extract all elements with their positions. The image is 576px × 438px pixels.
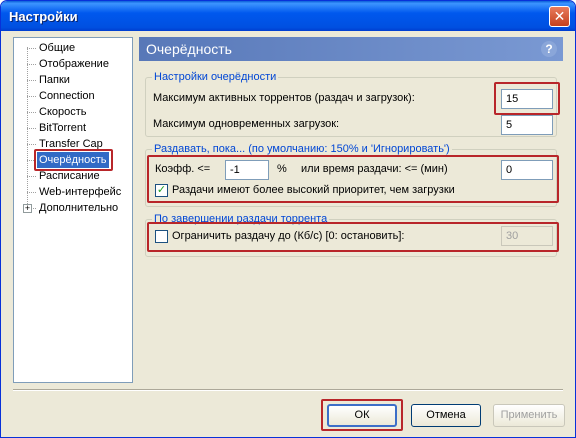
apply-button[interactable]: Применить xyxy=(493,404,565,427)
priority-checkbox-label[interactable]: Раздачи имеют более высокий приоритет, ч… xyxy=(172,184,455,196)
ratio-label: Коэфф. <= xyxy=(155,163,211,175)
max-active-label: Максимум активных торрентов (раздач и за… xyxy=(153,92,415,104)
ok-button[interactable]: ОК xyxy=(327,404,397,427)
seed-time-input[interactable] xyxy=(501,160,553,180)
priority-checkbox[interactable]: ✓ xyxy=(155,184,168,197)
tree-item-bittorrent[interactable]: BitTorrent xyxy=(14,120,132,136)
tree-item-connection[interactable]: Connection xyxy=(14,88,132,104)
tree-item-advanced[interactable]: + Дополнительно xyxy=(14,200,132,216)
group-title: Настройки очерёдности xyxy=(152,71,279,83)
title-bar[interactable]: Настройки ✕ xyxy=(1,1,575,31)
seed-time-label: или время раздачи: <= (мин) xyxy=(301,163,448,175)
highlight-box xyxy=(34,149,113,171)
tree-item-label: Дополнительно xyxy=(39,202,119,214)
max-downloads-label: Максимум одновременных загрузок: xyxy=(153,118,340,130)
window-title: Настройки xyxy=(9,9,78,24)
queue-panel: Очерёдность ? Настройки очерёдности Макс… xyxy=(139,37,563,383)
tree-item-label: Connection xyxy=(39,90,95,102)
panel-header: Очерёдность ? xyxy=(139,37,563,61)
tree-item-label: Скорость xyxy=(39,106,87,118)
tree-item-folders[interactable]: Папки xyxy=(14,72,132,88)
percent-label: % xyxy=(277,163,287,175)
close-button[interactable]: ✕ xyxy=(549,6,570,27)
group-title: Раздавать, пока... (по умолчанию: 150% и… xyxy=(152,143,452,155)
tree-item-speed[interactable]: Скорость xyxy=(14,104,132,120)
tree-item-label: Отображение xyxy=(39,58,109,70)
limit-upload-label[interactable]: Ограничить раздачу до (Кб/с) [0: останов… xyxy=(172,230,404,242)
checkmark-icon: ✓ xyxy=(156,184,167,196)
dialog-body: Общие Отображение Папки Connection Скоро… xyxy=(5,31,571,433)
cancel-button[interactable]: Отмена xyxy=(411,404,481,427)
tree-item-general[interactable]: Общие xyxy=(14,40,132,56)
max-downloads-input[interactable] xyxy=(501,115,553,135)
tree-item-label: Web-интерфейс xyxy=(39,186,122,198)
tree-item-web-ui[interactable]: Web-интерфейс xyxy=(14,184,132,200)
ratio-input[interactable] xyxy=(225,160,269,180)
tree-item-label: BitTorrent xyxy=(39,122,87,134)
tree-item-display[interactable]: Отображение xyxy=(14,56,132,72)
settings-tree: Общие Отображение Папки Connection Скоро… xyxy=(13,37,133,383)
highlight-box xyxy=(494,82,560,115)
help-icon[interactable]: ? xyxy=(541,41,557,57)
tree-item-label: Папки xyxy=(39,74,70,86)
close-icon: ✕ xyxy=(553,8,566,24)
panel-title: Очерёдность xyxy=(146,41,232,57)
tree-item-label: Общие xyxy=(39,42,76,54)
limit-upload-checkbox[interactable] xyxy=(155,230,168,243)
expand-plus-icon[interactable]: + xyxy=(23,204,32,213)
button-separator xyxy=(13,389,563,391)
limit-upload-input[interactable] xyxy=(501,226,553,246)
settings-window: Настройки ✕ Общие Отображение Папки Conn… xyxy=(0,0,576,438)
